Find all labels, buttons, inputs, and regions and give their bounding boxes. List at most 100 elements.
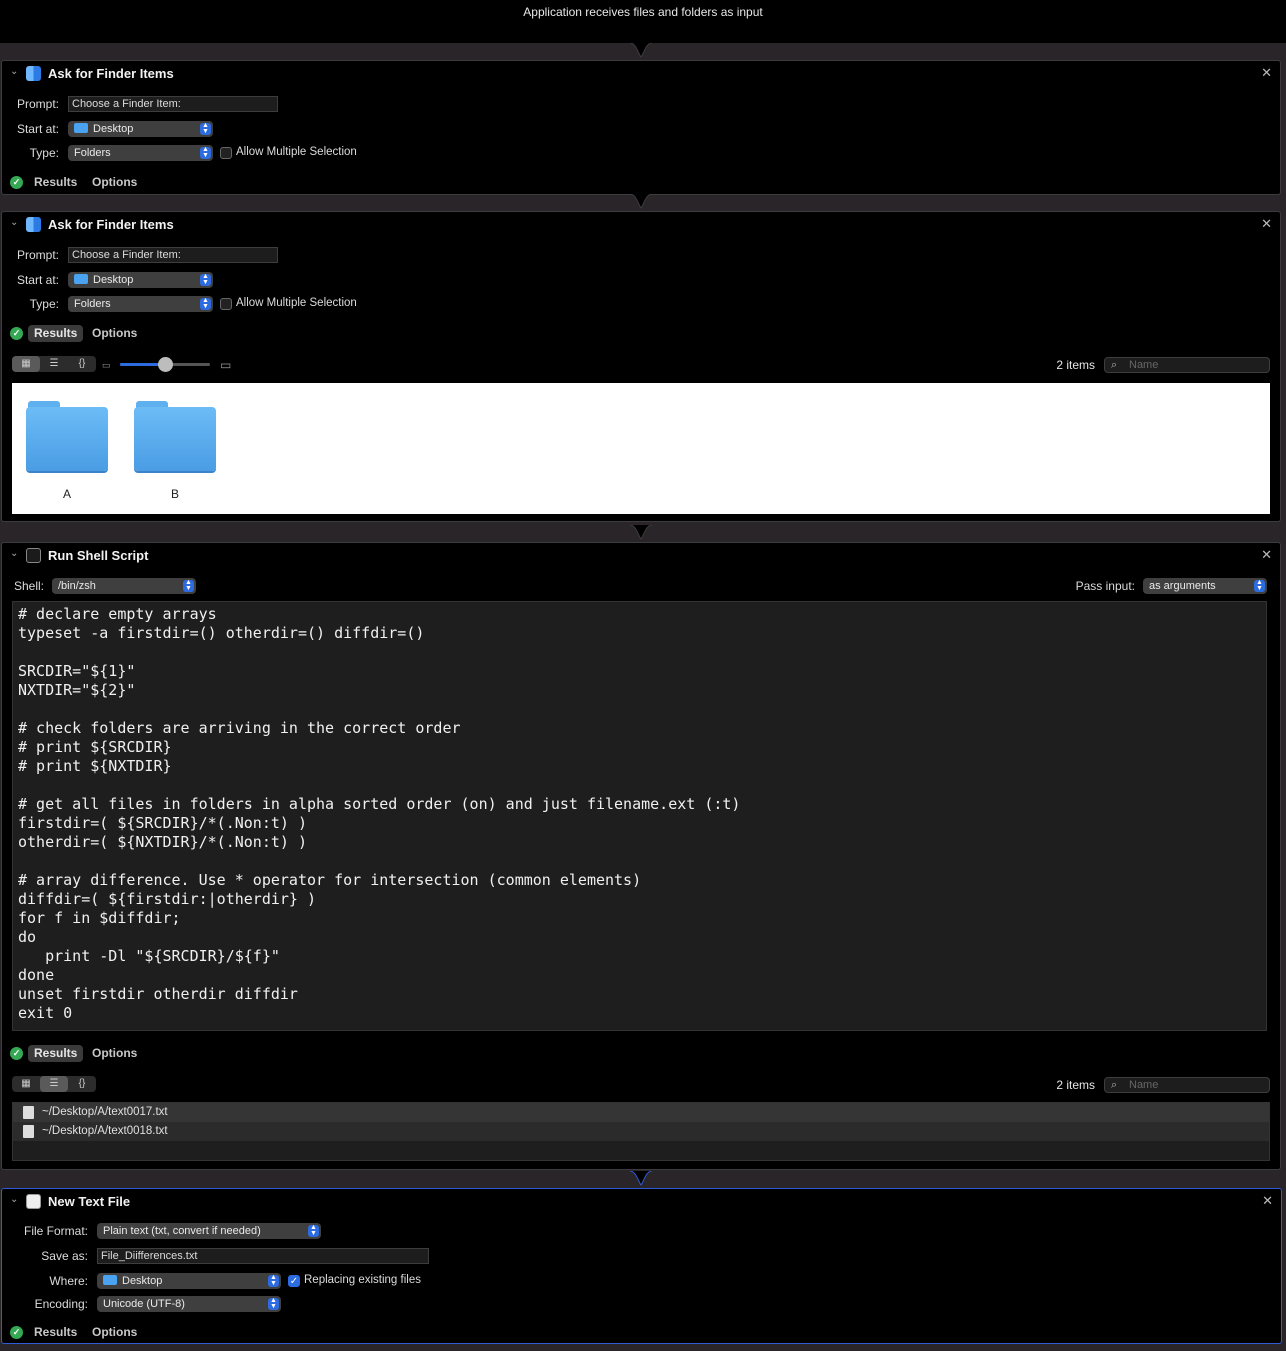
type-value: Folders xyxy=(74,298,111,310)
prompt-field[interactable]: Choose a Finder Item: xyxy=(68,96,278,112)
save-as-field[interactable]: File_Diifferences.txt xyxy=(97,1248,429,1264)
collapse-chevron-icon[interactable]: ⌄ xyxy=(10,67,20,77)
close-icon[interactable]: ✕ xyxy=(1261,547,1272,563)
start-at-value: Desktop xyxy=(93,123,134,135)
slider-knob[interactable] xyxy=(158,357,173,372)
tab-results[interactable]: Results xyxy=(28,174,83,191)
code-view-icon[interactable]: {} xyxy=(68,1076,96,1092)
icon-view-icon[interactable]: ▦ xyxy=(12,356,40,372)
start-at-popup[interactable]: Desktop ▲ ▼ xyxy=(68,272,213,288)
action-titlebar[interactable]: ⌄ Run Shell Script ✕ xyxy=(2,543,1280,569)
folder-item[interactable]: A xyxy=(22,401,112,501)
action-new-text-file[interactable]: ⌄ New Text File ✕ File Format: Plain tex… xyxy=(1,1188,1282,1344)
header-text: Application receives files and folders a… xyxy=(523,5,763,19)
shell-popup[interactable]: /bin/zsh ▲ ▼ xyxy=(52,578,196,594)
list-view-icon[interactable]: ☰ xyxy=(40,1076,68,1092)
allow-multiple-checkbox[interactable] xyxy=(220,147,232,159)
encoding-popup[interactable]: Unicode (UTF-8) ▲ ▼ xyxy=(97,1296,281,1312)
shell-label: Shell: xyxy=(13,579,44,593)
search-field[interactable]: ⌕ Name xyxy=(1104,357,1270,373)
where-label: Where: xyxy=(49,1274,88,1288)
action-titlebar[interactable]: ⌄ New Text File ✕ xyxy=(2,1189,1281,1215)
type-popup[interactable]: Folders ▲ ▼ xyxy=(68,145,213,161)
folder-icon xyxy=(74,274,88,284)
tab-options[interactable]: Options xyxy=(86,174,143,191)
action-ask-for-finder-items-2[interactable]: ⌄ Ask for Finder Items ✕ Prompt: Choose … xyxy=(1,211,1281,522)
view-mode-control: ▦ ☰ {} xyxy=(12,1076,96,1092)
action-tabs: ✓ Results Options xyxy=(10,1045,170,1063)
tab-results[interactable]: Results xyxy=(28,1324,83,1341)
action-titlebar[interactable]: ⌄ Ask for Finder Items ✕ xyxy=(2,212,1280,238)
view-mode-control: ▦ ☰ {} xyxy=(12,356,96,372)
list-view-icon[interactable]: ☰ xyxy=(40,356,68,372)
collapse-chevron-icon[interactable]: ⌄ xyxy=(10,218,20,228)
action-title: Ask for Finder Items xyxy=(48,217,174,232)
shell-value: /bin/zsh xyxy=(58,580,96,592)
prompt-field[interactable]: Choose a Finder Item: xyxy=(68,247,278,263)
search-icon: ⌕ xyxy=(1111,359,1118,371)
finder-icon xyxy=(26,66,41,81)
popup-arrows-icon: ▲ ▼ xyxy=(200,297,211,310)
list-item[interactable]: ~/Desktop/A/text0017.txt xyxy=(13,1103,1269,1122)
tab-options[interactable]: Options xyxy=(86,325,143,342)
folder-icon xyxy=(103,1275,117,1285)
list-item-path: ~/Desktop/A/text0018.txt xyxy=(42,1125,168,1137)
start-at-label: Start at: xyxy=(16,122,59,136)
search-icon: ⌕ xyxy=(1111,1079,1118,1091)
close-icon[interactable]: ✕ xyxy=(1261,65,1272,81)
folder-item[interactable]: B xyxy=(130,401,220,501)
tab-results[interactable]: Results xyxy=(28,1045,84,1062)
replacing-label: Replacing existing files xyxy=(304,1274,421,1286)
success-check-icon: ✓ xyxy=(10,1047,23,1060)
collapse-chevron-icon[interactable]: ⌄ xyxy=(10,1195,20,1205)
flow-connector xyxy=(628,194,654,210)
type-label: Type: xyxy=(29,297,59,311)
item-count: 2 items xyxy=(1056,1078,1095,1092)
action-tabs: ✓ Results Options xyxy=(10,1324,170,1342)
tab-options[interactable]: Options xyxy=(86,1045,143,1062)
type-popup[interactable]: Folders ▲ ▼ xyxy=(68,296,213,312)
small-icon-size-icon: ▭ xyxy=(102,360,111,370)
popup-arrows-icon: ▲ ▼ xyxy=(200,122,211,135)
encoding-label: Encoding: xyxy=(34,1297,88,1311)
where-popup[interactable]: Desktop ▲ ▼ xyxy=(97,1273,281,1289)
workflow-input-header: Application receives files and folders a… xyxy=(0,0,1286,43)
terminal-icon xyxy=(26,548,41,563)
search-field[interactable]: ⌕ Name xyxy=(1104,1077,1270,1093)
allow-multiple-checkbox[interactable] xyxy=(220,298,232,310)
close-icon[interactable]: ✕ xyxy=(1261,216,1272,232)
list-item[interactable]: ~/Desktop/A/text0018.txt xyxy=(13,1122,1269,1141)
file-format-value: Plain text (txt, convert if needed) xyxy=(103,1225,261,1237)
document-icon xyxy=(23,1106,34,1119)
tab-results[interactable]: Results xyxy=(28,325,84,342)
pass-input-label: Pass input: xyxy=(1075,579,1135,593)
script-editor[interactable]: # declare empty arrays typeset -a firstd… xyxy=(12,601,1267,1031)
action-run-shell-script[interactable]: ⌄ Run Shell Script ✕ Shell: /bin/zsh ▲ ▼ … xyxy=(1,542,1281,1170)
item-count: 2 items xyxy=(1056,358,1095,372)
collapse-chevron-icon[interactable]: ⌄ xyxy=(10,549,20,559)
folder-icon xyxy=(26,401,108,471)
icon-size-slider[interactable] xyxy=(120,356,210,372)
action-ask-for-finder-items-1[interactable]: ⌄ Ask for Finder Items ✕ Prompt: Choose … xyxy=(1,60,1281,195)
flow-connector xyxy=(628,525,654,541)
file-format-popup[interactable]: Plain text (txt, convert if needed) ▲ ▼ xyxy=(97,1223,321,1239)
code-view-icon[interactable]: {} xyxy=(68,356,96,372)
flow-connector xyxy=(628,43,654,59)
popup-arrows-icon: ▲ ▼ xyxy=(268,1297,279,1310)
pass-input-value: as arguments xyxy=(1149,580,1216,592)
document-icon xyxy=(23,1125,34,1138)
tab-options[interactable]: Options xyxy=(86,1324,143,1341)
search-placeholder: Name xyxy=(1129,1079,1159,1091)
action-titlebar[interactable]: ⌄ Ask for Finder Items ✕ xyxy=(2,61,1280,87)
start-at-popup[interactable]: Desktop ▲ ▼ xyxy=(68,121,213,137)
action-title: New Text File xyxy=(48,1194,131,1209)
icon-view-icon[interactable]: ▦ xyxy=(12,1076,40,1092)
action-title: Run Shell Script xyxy=(48,548,149,563)
close-icon[interactable]: ✕ xyxy=(1262,1193,1273,1209)
results-list-view: ~/Desktop/A/text0017.txt ~/Desktop/A/tex… xyxy=(12,1102,1270,1161)
start-at-value: Desktop xyxy=(93,274,134,286)
folder-icon xyxy=(74,123,88,133)
pass-input-popup[interactable]: as arguments ▲ ▼ xyxy=(1143,578,1267,594)
action-title: Ask for Finder Items xyxy=(48,66,174,81)
replacing-checkbox[interactable]: ✓ xyxy=(288,1275,300,1287)
